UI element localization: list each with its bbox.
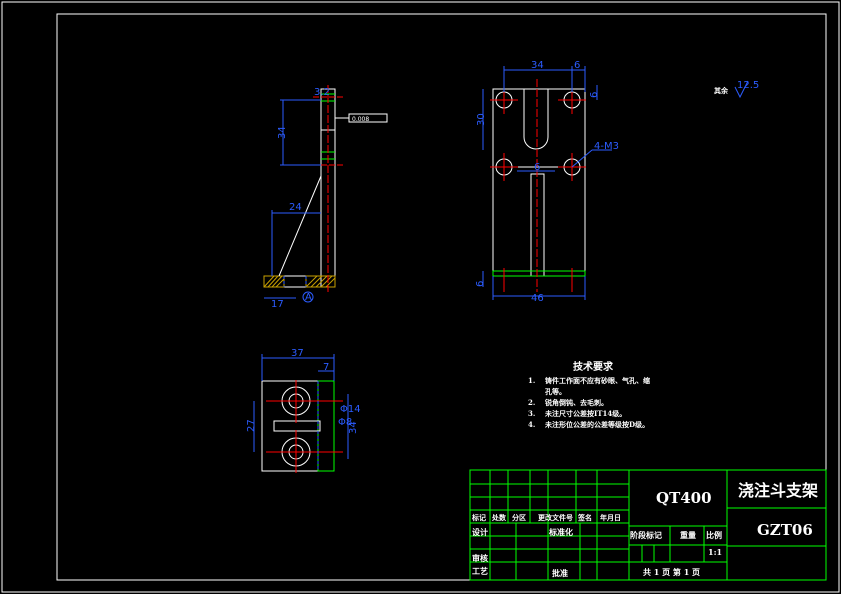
technical-requirements: 技术要求 1. 铸件工作面不应有砂眼、气孔、缩孔等。 2. 锐角倒钝、去毛刺。 3. 未注… [528,360,650,429]
note-text: 孔等。 [545,387,566,396]
standard-label: 标准化 [548,527,573,537]
top-dim-27: 27 [246,419,257,432]
top-view: 37 7 27 34 Φ14 Φ8 [246,348,361,473]
revision-label: 处数 [491,513,507,522]
material: QT400 [656,489,712,507]
designer-label: 设计 [472,527,488,537]
title-block-text: QT400 浇注斗支架 GZT06 标记 处数 分区 更改文件号 签名 年月日 设计 标准… [471,481,818,578]
side-dim-6-right: 6 [589,92,600,98]
rib-line [278,175,322,277]
notes-list: 1. 铸件工作面不应有砂眼、气孔、缩孔等。 2. 锐角倒钝、去毛刺。 3. 未注尺寸公差按… [528,376,650,429]
svg-text:3.2: 3.2 [314,87,330,98]
process-label: 工艺 [472,566,488,576]
revision-label: 年月日 [600,513,621,522]
sheet-count: 共 1 页 第 1 页 [643,567,700,577]
note-number: 2. [528,398,535,407]
revision-label: 更改文件号 [538,513,573,522]
side-dim-30: 30 [476,113,487,126]
front-datum: A [305,292,312,303]
note-number: 3. [528,409,535,418]
top-dim-7: 7 [323,362,329,373]
stage-label: 阶段标记 [630,530,662,540]
note-number: 1. [528,376,535,385]
revision-row-labels: 标记 处数 分区 更改文件号 签名 年月日 [471,513,621,522]
surface-roughness-note: 其余 12.5 [714,80,759,99]
svg-text:其余: 其余 [714,86,729,95]
approve-label: 批准 [552,568,568,578]
note-text: 铸件工作面不应有砂眼、气孔、缩 [545,376,650,385]
part-name: 浇注斗支架 [738,481,818,500]
scale-value: 1:1 [708,547,722,557]
review-label: 审核 [472,553,488,563]
drawing-number: GZT06 [757,521,813,539]
front-dim-34: 34 [277,126,288,139]
side-hole-callout: 4-M3 [594,141,619,152]
top-dim-37: 37 [291,348,304,359]
weight-label: 重量 [680,530,696,540]
side-dim-6-mid: 6 [534,162,540,173]
side-dim-46: 46 [531,293,544,304]
side-view: 34 6 30 6 6 6 46 4-M3 [475,60,619,304]
note-text: 锐角倒钝、去毛刺。 [545,398,608,407]
revision-label: 标记 [471,513,486,522]
revision-label: 签名 [577,513,592,522]
front-dim-24: 24 [289,202,302,213]
scale-label: 比例 [706,530,722,540]
side-dim-6-top: 6 [574,60,580,71]
front-dim-17: 17 [271,299,284,310]
note-number: 4. [528,420,535,429]
cad-drawing-canvas: 34 24 17 0.008 A 3.2 34 6 30 6 6 6 46 4-… [1,1,840,593]
note-text: 未注尺寸公差按IT14级。 [545,409,626,418]
side-dim-34: 34 [531,60,544,71]
front-view: 34 24 17 0.008 A 3.2 [263,85,388,310]
svg-text:12.5: 12.5 [737,80,759,91]
notes-title: 技术要求 [573,360,614,373]
top-dim-d8: Φ8 [338,417,352,428]
note-text: 未注形位公差的公差等级按D级。 [545,420,649,429]
front-tolerance: 0.008 [352,116,369,123]
revision-label: 分区 [512,513,526,522]
side-dim-6-bot: 6 [475,281,486,287]
top-dim-d14: Φ14 [340,404,361,415]
